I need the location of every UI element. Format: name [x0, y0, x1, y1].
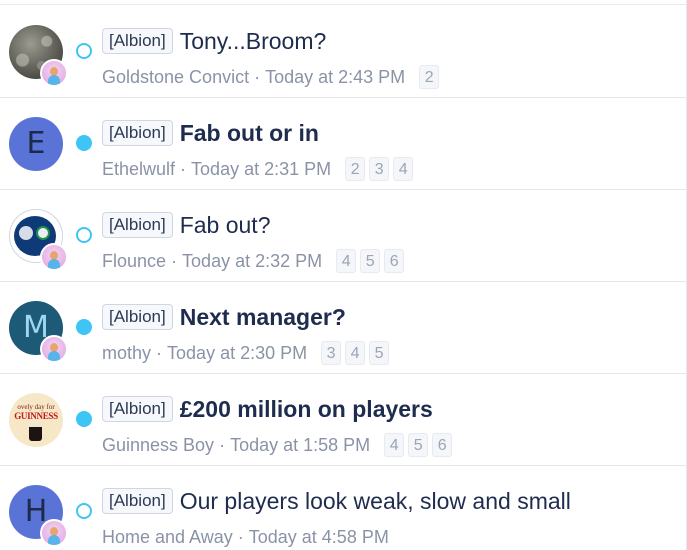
page-link[interactable]: 5 — [360, 249, 381, 273]
meta-separator: · — [219, 434, 226, 455]
thread-prefix[interactable]: [Albion] — [102, 120, 173, 146]
list-top-border — [0, 0, 687, 5]
page-link[interactable]: 5 — [369, 341, 390, 365]
thread-meta: Home and Away · Today at 4:58 PM — [102, 524, 389, 550]
thread-prefix[interactable]: [Albion] — [102, 396, 173, 422]
thread-meta: Ethelwulf · Today at 2:31 PM 2 3 4 — [102, 156, 414, 182]
thread-title[interactable]: £200 million on players — [180, 396, 433, 423]
unread-status-indicator[interactable] — [76, 411, 92, 427]
page-link[interactable]: 2 — [345, 157, 366, 181]
thread-title[interactable]: Our players look weak, slow and small — [180, 488, 571, 515]
thread-title[interactable]: Fab out or in — [180, 120, 319, 147]
page-link[interactable]: 4 — [336, 249, 357, 273]
thread-time[interactable]: Today at 4:58 PM — [249, 527, 389, 548]
thread-author[interactable]: Goldstone Convict — [102, 67, 249, 88]
thread-row[interactable]: ovely day for GUINNESS [Albion] £200 mil… — [0, 374, 686, 466]
thread-author[interactable]: Ethelwulf — [102, 159, 175, 180]
thread-title-line: [Albion] Fab out? — [102, 211, 271, 239]
thread-meta: Goldstone Convict · Today at 2:43 PM 2 — [102, 64, 440, 90]
thread-title-line: [Albion] Our players look weak, slow and… — [102, 487, 571, 515]
avatar-brand-text: GUINNESS — [14, 411, 58, 421]
page-jump: 4 5 6 — [384, 433, 453, 457]
thread-time[interactable]: Today at 2:43 PM — [265, 67, 405, 88]
page-jump: 2 — [419, 65, 440, 89]
page-link[interactable]: 3 — [369, 157, 390, 181]
thread-prefix[interactable]: [Albion] — [102, 304, 173, 330]
thread-title[interactable]: Fab out? — [180, 212, 271, 239]
avatar-letter: E — [26, 126, 46, 161]
read-status-indicator[interactable] — [76, 503, 92, 519]
unread-status-indicator[interactable] — [76, 135, 92, 151]
thread-title[interactable]: Next manager? — [180, 304, 346, 331]
thread-row[interactable]: M [Albion] Next manager? mothy · Today a… — [0, 282, 686, 374]
thread-row[interactable]: H [Albion] Our players look weak, slow a… — [0, 466, 686, 550]
thread-title-line: [Albion] Fab out or in — [102, 119, 319, 147]
last-poster-avatar[interactable] — [40, 335, 68, 363]
page-link[interactable]: 2 — [419, 65, 440, 89]
meta-separator: · — [237, 526, 244, 547]
read-status-indicator[interactable] — [76, 227, 92, 243]
avatar-caption: ovely day for — [17, 403, 55, 411]
thread-row[interactable]: [Albion] Fab out? Flounce · Today at 2:3… — [0, 190, 686, 282]
thread-meta: mothy · Today at 2:30 PM 3 4 5 — [102, 340, 390, 366]
last-poster-avatar[interactable] — [40, 519, 68, 547]
thread-prefix[interactable]: [Albion] — [102, 488, 173, 514]
thread-title-line: [Albion] £200 million on players — [102, 395, 433, 423]
thread-author[interactable]: Guinness Boy — [102, 435, 214, 456]
meta-separator: · — [156, 342, 163, 363]
thread-meta: Flounce · Today at 2:32 PM 4 5 6 — [102, 248, 405, 274]
thread-time[interactable]: Today at 2:32 PM — [182, 251, 322, 272]
thread-author[interactable]: mothy — [102, 343, 151, 364]
last-poster-avatar[interactable] — [40, 243, 68, 271]
thread-title-line: [Albion] Tony...Broom? — [102, 27, 326, 55]
page-jump: 3 4 5 — [321, 341, 390, 365]
page-link[interactable]: 4 — [384, 433, 405, 457]
thread-title[interactable]: Tony...Broom? — [180, 28, 327, 55]
thread-author[interactable]: Flounce — [102, 251, 166, 272]
unread-status-indicator[interactable] — [76, 319, 92, 335]
thread-time[interactable]: Today at 2:30 PM — [167, 343, 307, 364]
page-link[interactable]: 6 — [432, 433, 453, 457]
page-link[interactable]: 6 — [384, 249, 405, 273]
thread-row[interactable]: E [Albion] Fab out or in Ethelwulf · Tod… — [0, 98, 686, 190]
thread-title-line: [Albion] Next manager? — [102, 303, 346, 331]
user-avatar[interactable]: E — [9, 117, 63, 171]
page-jump: 2 3 4 — [345, 157, 414, 181]
page-link[interactable]: 5 — [408, 433, 429, 457]
user-avatar[interactable]: ovely day for GUINNESS — [9, 393, 63, 447]
thread-prefix[interactable]: [Albion] — [102, 28, 173, 54]
page-link[interactable]: 4 — [345, 341, 366, 365]
read-status-indicator[interactable] — [76, 43, 92, 59]
last-poster-avatar[interactable] — [40, 59, 68, 87]
thread-prefix[interactable]: [Albion] — [102, 212, 173, 238]
page-link[interactable]: 3 — [321, 341, 342, 365]
page-link[interactable]: 4 — [393, 157, 414, 181]
page-jump: 4 5 6 — [336, 249, 405, 273]
thread-author[interactable]: Home and Away — [102, 527, 233, 548]
meta-separator: · — [254, 66, 261, 87]
thread-row[interactable]: [Albion] Tony...Broom? Goldstone Convict… — [0, 6, 686, 98]
thread-time[interactable]: Today at 1:58 PM — [230, 435, 370, 456]
meta-separator: · — [171, 250, 178, 271]
meta-separator: · — [180, 158, 187, 179]
thread-time[interactable]: Today at 2:31 PM — [191, 159, 331, 180]
pint-glass-icon — [29, 423, 42, 441]
thread-meta: Guinness Boy · Today at 1:58 PM 4 5 6 — [102, 432, 453, 458]
